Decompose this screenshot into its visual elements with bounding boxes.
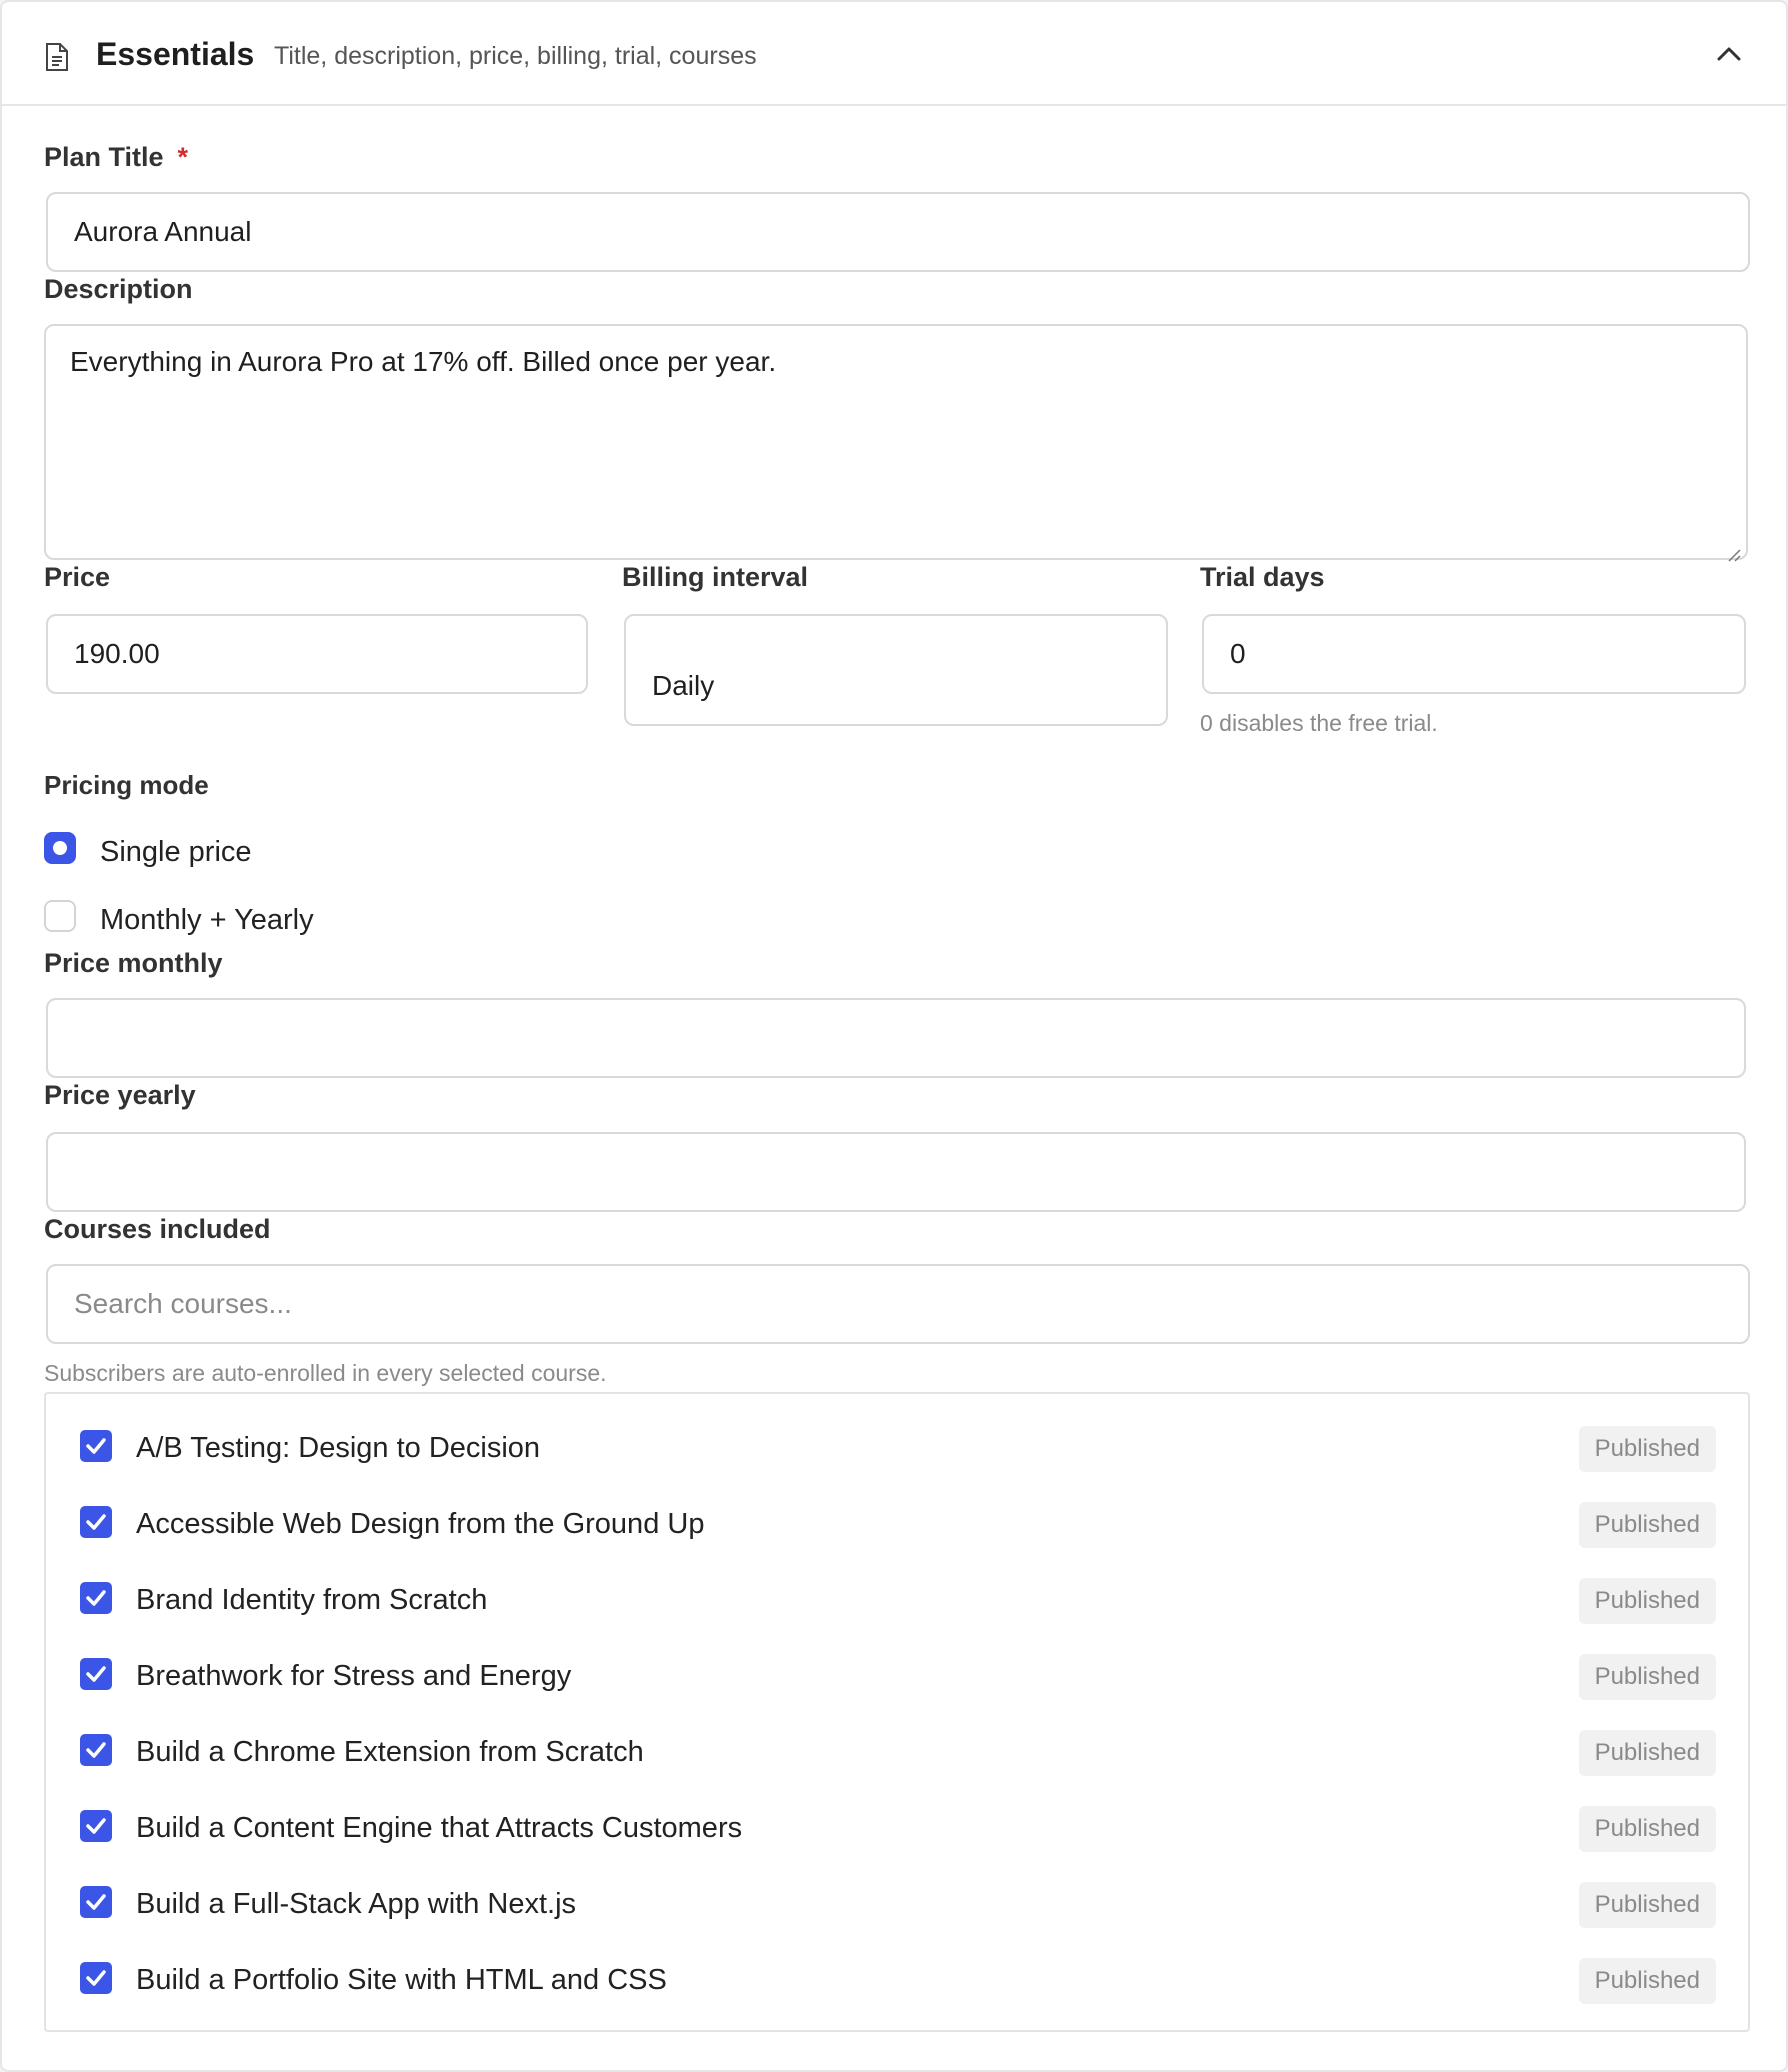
course-name: Accessible Web Design from the Ground Up [136,1508,705,1540]
plan-title-value: Aurora Annual [74,216,252,247]
courses-label: Courses included [44,1214,271,1244]
course-name: Build a Chrome Extension from Scratch [136,1736,644,1768]
price-yearly-label: Price yearly [44,1080,196,1110]
status-badge: Published [1578,1730,1716,1776]
plan-title-label: Plan Title * [44,142,188,173]
trial-days-help: 0 disables the free trial. [1200,710,1438,736]
course-row[interactable]: Build a Chrome Extension from Scratch Pu… [46,1730,1748,1794]
course-checkbox[interactable] [80,1430,112,1462]
price-value: 190.00 [74,638,160,669]
course-checkbox[interactable] [80,1506,112,1538]
course-name: Build a Portfolio Site with HTML and CSS [136,1964,667,1996]
course-name: Breathwork for Stress and Energy [136,1660,572,1692]
radio-monthly-yearly-label: Monthly + Yearly [100,904,314,936]
course-row[interactable]: Build a Content Engine that Attracts Cus… [46,1806,1748,1870]
billing-interval-value: Daily [652,670,715,701]
course-name: Brand Identity from Scratch [136,1584,488,1616]
section-header[interactable]: Essentials Title, description, price, bi… [2,2,1786,106]
course-name: Build a Content Engine that Attracts Cus… [136,1812,743,1844]
trial-days-label: Trial days [1200,562,1325,592]
plan-title-input[interactable]: Aurora Annual [46,192,1750,272]
billing-interval-label: Billing interval [622,562,809,592]
essentials-card: Essentials Title, description, price, bi… [0,0,1788,2072]
course-row[interactable]: Build a Portfolio Site with HTML and CSS… [46,1958,1748,2022]
course-row[interactable]: Breathwork for Stress and Energy Publish… [46,1654,1748,1718]
status-badge: Published [1578,1958,1716,2004]
description-value: Everything in Aurora Pro at 17% off. Bil… [70,346,777,377]
price-monthly-label: Price monthly [44,948,223,978]
section-subtitle: Title, description, price, billing, tria… [274,42,757,70]
course-row[interactable]: Accessible Web Design from the Ground Up… [46,1502,1748,1566]
course-row[interactable]: Brand Identity from Scratch Published [46,1578,1748,1642]
course-checkbox[interactable] [80,1962,112,1994]
radio-monthly-yearly[interactable] [44,900,76,932]
document-icon [44,42,70,72]
price-yearly-input[interactable] [46,1132,1746,1212]
course-checkbox[interactable] [80,1582,112,1614]
trial-days-input[interactable]: 0 [1202,614,1746,694]
radio-single-price[interactable] [44,832,76,864]
price-label: Price [44,562,111,592]
course-checkbox[interactable] [80,1810,112,1842]
course-row[interactable]: Build a Full-Stack App with Next.js Publ… [46,1882,1748,1946]
description-textarea[interactable]: Everything in Aurora Pro at 17% off. Bil… [44,324,1748,562]
plan-title-label-text: Plan Title [44,142,164,172]
price-monthly-input[interactable] [46,998,1746,1078]
required-mark: * [177,142,189,172]
billing-interval-select[interactable]: Daily [624,614,1168,726]
trial-days-value: 0 [1230,638,1246,669]
course-row[interactable]: A/B Testing: Design to Decision Publishe… [46,1426,1748,1490]
description-label: Description [44,274,193,304]
status-badge: Published [1578,1882,1716,1928]
section-title: Essentials [96,36,255,72]
price-input[interactable]: 190.00 [46,614,588,694]
courses-help: Subscribers are auto-enrolled in every s… [44,1360,607,1386]
course-search-input[interactable]: Search courses... [46,1264,1750,1344]
status-badge: Published [1578,1426,1716,1472]
course-name: Build a Full-Stack App with Next.js [136,1888,577,1920]
status-badge: Published [1578,1654,1716,1700]
status-badge: Published [1578,1578,1716,1624]
course-checkbox[interactable] [80,1734,112,1766]
course-checkbox[interactable] [80,1658,112,1690]
resize-handle-icon[interactable] [1726,538,1742,562]
radio-single-price-label: Single price [100,836,252,868]
course-search-placeholder: Search courses... [74,1288,292,1319]
pricing-mode-label: Pricing mode [44,770,209,800]
status-badge: Published [1578,1502,1716,1548]
status-badge: Published [1578,1806,1716,1852]
course-name: A/B Testing: Design to Decision [136,1432,541,1464]
chevron-up-icon[interactable] [1716,44,1742,64]
course-list: A/B Testing: Design to Decision Publishe… [44,1392,1750,2032]
course-checkbox[interactable] [80,1886,112,1918]
